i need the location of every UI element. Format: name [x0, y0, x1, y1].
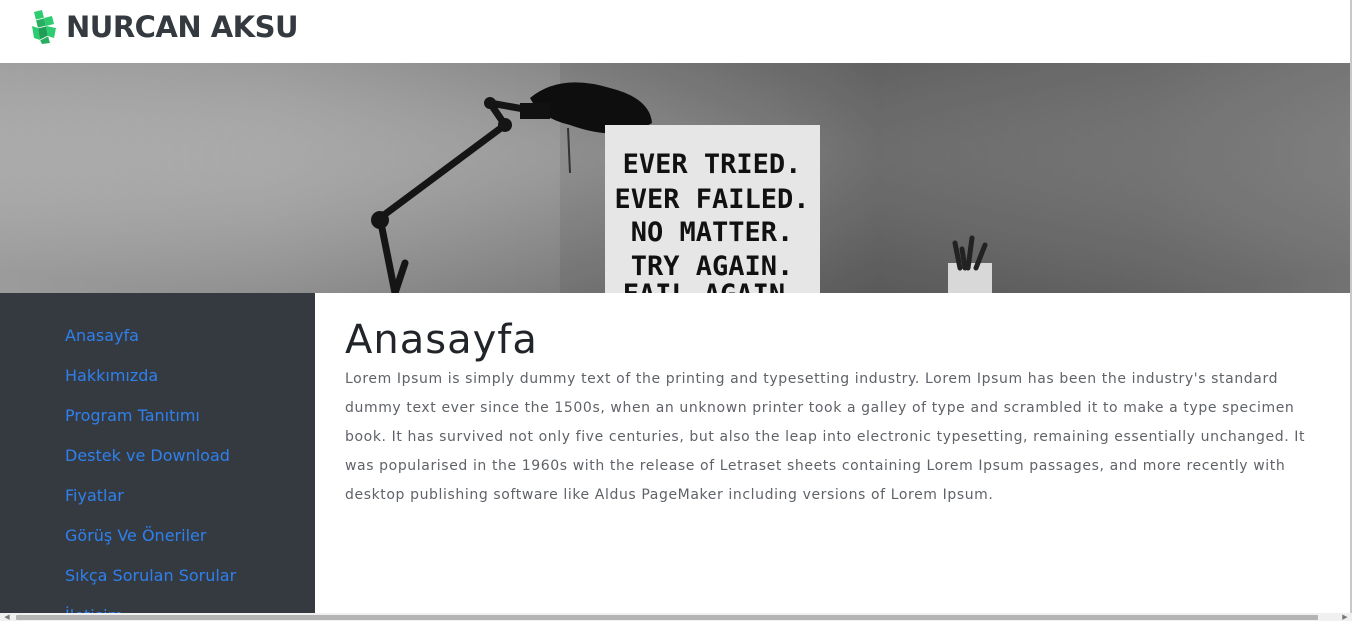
- poster-line-1: EVER TRIED.: [623, 149, 802, 180]
- sidebar-item-program-tanitimi: Program Tanıtımı: [65, 406, 236, 446]
- nav-link[interactable]: Anasayfa: [65, 326, 139, 345]
- nav-link[interactable]: Görüş Ve Öneriler: [65, 526, 206, 545]
- desk-lamp-poster-photo: EVER TRIED. EVER FAILED. NO MATTER. TRY …: [0, 63, 1350, 293]
- poster-line-3: NO MATTER.: [631, 217, 794, 248]
- page-body-text: Lorem Ipsum is simply dummy text of the …: [345, 371, 1306, 503]
- sidebar-item-anasayfa: Anasayfa: [65, 326, 236, 366]
- nav-link[interactable]: Fiyatlar: [65, 486, 124, 505]
- sidebar-item-gorus-oneriler: Görüş Ve Öneriler: [65, 526, 236, 566]
- poster-line-4: TRY AGAIN.: [631, 251, 794, 282]
- hero-banner: EVER TRIED. EVER FAILED. NO MATTER. TRY …: [0, 63, 1350, 293]
- poster-line-2: EVER FAILED.: [614, 184, 809, 215]
- nav-link[interactable]: Program Tanıtımı: [65, 406, 200, 425]
- sidebar-item-hakkimizda: Hakkımızda: [65, 366, 236, 406]
- nav-link[interactable]: Sıkça Sorulan Sorular: [65, 566, 236, 585]
- scroll-right-arrow-icon[interactable]: ▶: [1340, 613, 1350, 621]
- nav-link[interactable]: Destek ve Download: [65, 446, 230, 465]
- cubes-logo-icon: [32, 10, 56, 44]
- sidebar-item-sss: Sıkça Sorulan Sorular: [65, 566, 236, 606]
- sidebar-nav: Anasayfa Hakkımızda Program Tanıtımı Des…: [65, 326, 236, 621]
- site-title: NURCAN AKSU: [66, 10, 299, 44]
- page-title: Anasayfa: [345, 317, 538, 363]
- nav-link[interactable]: Hakkımızda: [65, 366, 158, 385]
- scrollbar-thumb[interactable]: [16, 615, 1318, 620]
- horizontal-scrollbar[interactable]: ◀ ▶: [0, 613, 1352, 621]
- sidebar: Anasayfa Hakkımızda Program Tanıtımı Des…: [0, 293, 315, 621]
- main-content: Anasayfa Lorem Ipsum is simply dummy tex…: [315, 293, 1350, 613]
- poster-line-5: FAIL AGAIN.: [623, 279, 802, 293]
- site-header: NURCAN AKSU: [0, 0, 1350, 63]
- scroll-left-arrow-icon[interactable]: ◀: [2, 613, 12, 621]
- sidebar-item-destek-download: Destek ve Download: [65, 446, 236, 486]
- site-logo[interactable]: NURCAN AKSU: [30, 10, 299, 44]
- sidebar-item-fiyatlar: Fiyatlar: [65, 486, 236, 526]
